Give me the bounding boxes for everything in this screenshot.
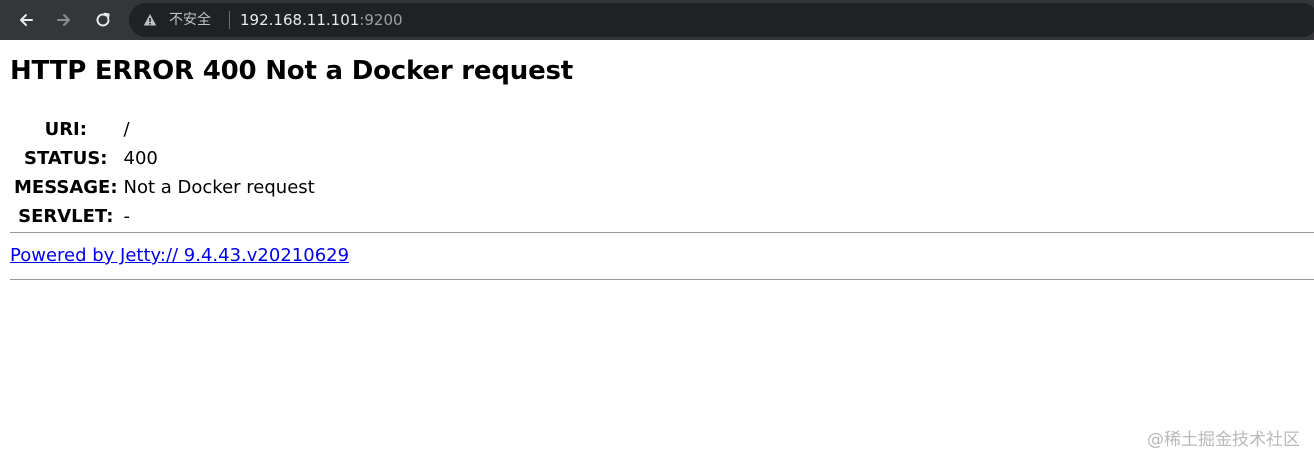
powered-by-link[interactable]: Powered by Jetty:// 9.4.43.v20210629 xyxy=(10,245,1314,267)
row-value: 400 xyxy=(123,148,158,169)
error-details-table: URI: / STATUS: 400 MESSAGE: Not a Docker… xyxy=(10,114,319,232)
url-text[interactable]: 192.168.11.101:9200 xyxy=(240,11,403,29)
row-label: STATUS: xyxy=(24,148,108,169)
row-value: - xyxy=(123,206,131,227)
row-label: URI: xyxy=(44,119,87,140)
divider xyxy=(10,279,1314,280)
arrow-right-icon xyxy=(57,14,70,26)
forward-button[interactable] xyxy=(50,6,78,34)
warning-triangle-icon[interactable] xyxy=(143,13,157,27)
browser-toolbar: 不安全 192.168.11.101:9200 xyxy=(0,0,1314,40)
row-value: Not a Docker request xyxy=(123,177,315,198)
arrow-left-icon xyxy=(20,14,33,26)
address-bar[interactable]: 不安全 192.168.11.101:9200 xyxy=(129,3,1314,37)
table-row: MESSAGE: Not a Docker request xyxy=(12,174,317,201)
watermark: @稀土掘金技术社区 xyxy=(1147,430,1300,450)
table-row: SERVLET: - xyxy=(12,203,317,230)
url-host: 192.168.11.101 xyxy=(240,11,360,29)
table-row: STATUS: 400 xyxy=(12,145,317,172)
divider xyxy=(10,232,1314,233)
table-row: URI: / xyxy=(12,116,317,143)
address-separator xyxy=(229,11,230,29)
row-value: / xyxy=(123,119,130,140)
row-label: SERVLET: xyxy=(18,206,114,227)
url-port: :9200 xyxy=(359,11,403,29)
row-label: MESSAGE: xyxy=(14,177,118,198)
back-button[interactable] xyxy=(12,6,40,34)
page-content: HTTP ERROR 400 Not a Docker request URI:… xyxy=(10,40,1314,280)
reload-icon xyxy=(96,12,110,27)
reload-button[interactable] xyxy=(89,6,117,34)
security-label[interactable]: 不安全 xyxy=(169,11,211,29)
page-title: HTTP ERROR 400 Not a Docker request xyxy=(10,56,574,86)
